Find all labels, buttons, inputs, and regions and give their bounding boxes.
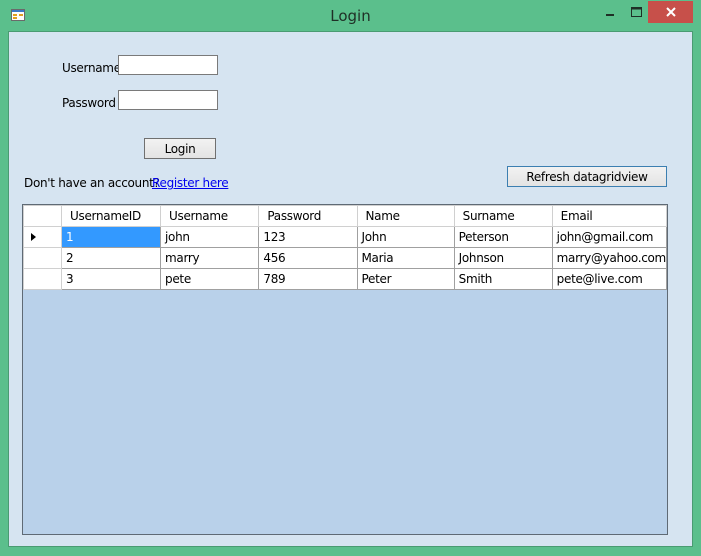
close-icon <box>665 7 676 17</box>
users-datagridview[interactable]: UsernameID Username Password Name Surnam… <box>22 204 668 535</box>
table-row[interactable]: 2 marry 456 Maria Johnson marry@yahoo.co… <box>23 247 667 269</box>
table-cell[interactable]: 456 <box>258 247 358 269</box>
table-cell[interactable]: 789 <box>258 268 358 290</box>
column-header-name[interactable]: Name <box>356 205 455 227</box>
column-header-username[interactable]: Username <box>160 205 260 227</box>
table-cell[interactable]: john <box>160 226 260 248</box>
table-header-row: UsernameID Username Password Name Surnam… <box>23 205 667 227</box>
password-label: Password <box>62 96 116 110</box>
minimize-button[interactable] <box>597 1 623 23</box>
refresh-datagridview-button[interactable]: Refresh datagridview <box>507 166 667 187</box>
window-title: Login <box>330 7 371 25</box>
table-cell[interactable]: John <box>356 226 455 248</box>
row-header[interactable] <box>23 226 63 248</box>
row-pointer-icon <box>31 233 36 241</box>
table-cell[interactable]: pete <box>160 268 260 290</box>
table-cell[interactable]: 2 <box>61 247 162 269</box>
table-cell[interactable]: Peter <box>356 268 455 290</box>
column-header-usernameid[interactable]: UsernameID <box>61 205 162 227</box>
close-button[interactable] <box>648 1 693 23</box>
username-input[interactable] <box>118 55 218 75</box>
table-cell[interactable]: 123 <box>258 226 358 248</box>
row-header[interactable] <box>23 247 63 269</box>
table-row[interactable]: 1 john 123 John Peterson john@gmail.com <box>23 226 667 248</box>
no-account-text: Don't have an account? <box>24 176 160 190</box>
username-label: Username <box>62 61 121 75</box>
table-cell[interactable]: Maria <box>356 247 455 269</box>
maximize-icon <box>630 7 642 17</box>
column-header-surname[interactable]: Surname <box>453 205 553 227</box>
table-cell[interactable]: Smith <box>453 268 553 290</box>
maximize-button[interactable] <box>623 1 649 23</box>
minimize-icon <box>606 14 614 16</box>
form-client-area: Username Password Login Don't have an ac… <box>8 31 693 547</box>
table-cell[interactable]: pete@live.com <box>551 268 667 290</box>
login-window: Login Username Password Login Don't have… <box>0 0 701 556</box>
table-cell[interactable]: marry@yahoo.com <box>551 247 667 269</box>
table-cell[interactable]: 3 <box>61 268 162 290</box>
column-header-email[interactable]: Email <box>551 205 667 227</box>
table-cell[interactable]: marry <box>160 247 260 269</box>
users-table: UsernameID Username Password Name Surnam… <box>23 205 667 290</box>
table-cell[interactable]: john@gmail.com <box>551 226 667 248</box>
column-header-password[interactable]: Password <box>258 205 358 227</box>
login-button[interactable]: Login <box>144 138 216 159</box>
table-cell[interactable]: Johnson <box>453 247 553 269</box>
title-bar[interactable]: Login <box>0 0 701 31</box>
password-input[interactable] <box>118 90 218 110</box>
row-header[interactable] <box>23 268 63 290</box>
grid-corner-header[interactable] <box>23 205 63 227</box>
table-cell[interactable]: Peterson <box>453 226 553 248</box>
register-link[interactable]: Register here <box>152 176 229 190</box>
table-cell[interactable]: 1 <box>61 226 162 248</box>
table-row[interactable]: 3 pete 789 Peter Smith pete@live.com <box>23 268 667 290</box>
